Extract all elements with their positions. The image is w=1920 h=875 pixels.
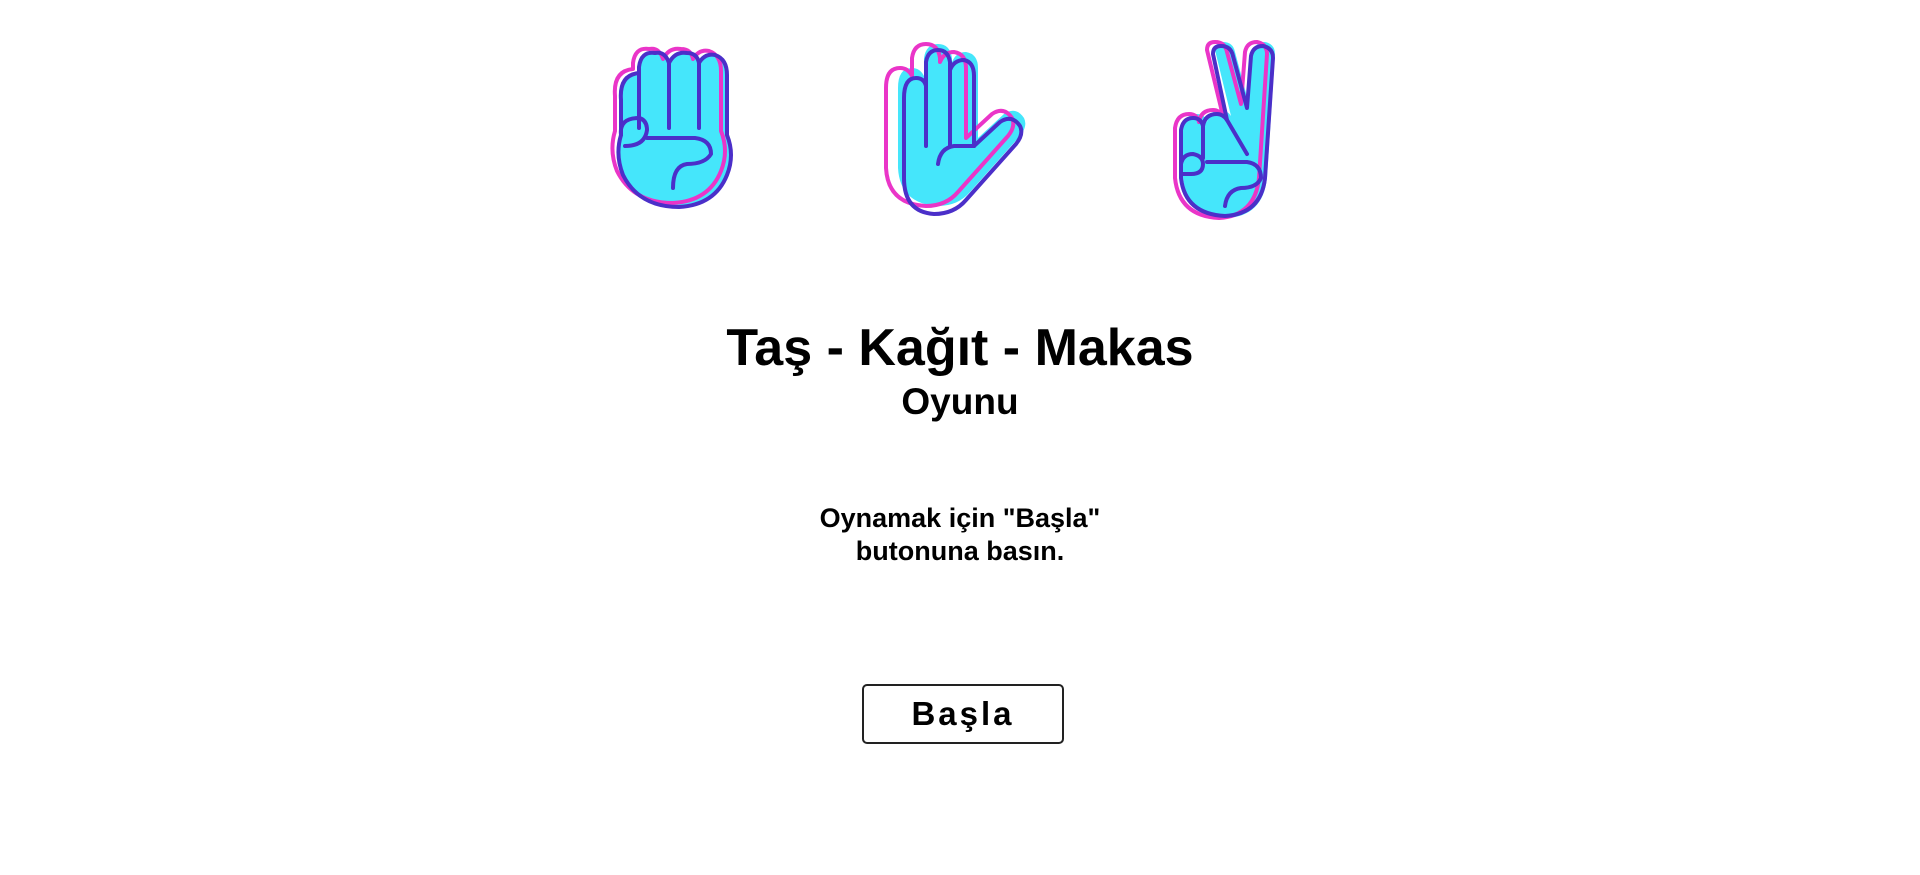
instructions-text: Oynamak için "Başla" butonuna basın. (660, 502, 1260, 568)
rock-fist-icon (595, 38, 765, 228)
page-title: Taş - Kağıt - Makas (726, 319, 1194, 377)
instructions-line-1: Oynamak için "Başla" (819, 503, 1101, 533)
game-start-screen: Taş - Kağıt - Makas Oyunu Oynamak için "… (0, 0, 1920, 875)
scissors-victory-hand-icon (1163, 38, 1333, 228)
page-subtitle: Oyunu (901, 381, 1019, 422)
hand-icons-row (0, 38, 1920, 228)
start-button[interactable]: Başla (862, 684, 1064, 744)
instructions-line-2: butonuna basın. (855, 536, 1065, 566)
paper-open-hand-icon (878, 38, 1048, 228)
